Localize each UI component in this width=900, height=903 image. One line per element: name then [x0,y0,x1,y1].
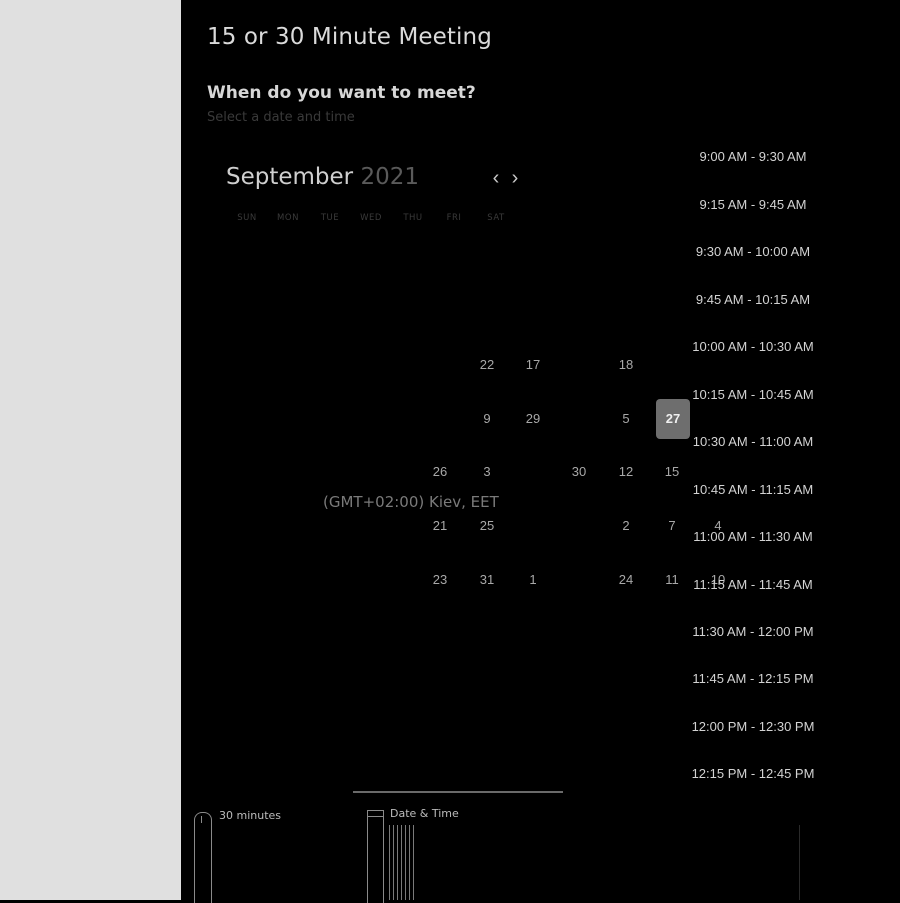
section-subtitle: Select a date and time [207,110,355,125]
time-slot[interactable]: 10:45 AM - 11:15 AM [686,475,820,505]
calendar-day[interactable]: 15 [655,452,689,492]
time-slot[interactable]: 12:00 PM - 12:30 PM [686,712,820,742]
previous-month-button[interactable]: ‹ [487,166,505,190]
calendar-month-label: September 2021 [226,164,419,190]
divider [799,825,800,900]
time-slot[interactable]: 9:30 AM - 10:00 AM [686,237,820,267]
calendar-icon [367,810,384,903]
weekday-sat: SAT [487,213,505,223]
calendar-day[interactable]: 7 [655,506,689,546]
left-sidebar [0,0,181,900]
timezone-selector[interactable]: (GMT+02:00) Kiev, EET [323,493,499,511]
duration-label: 30 minutes [219,809,282,822]
calendar-day[interactable]: 26 [423,452,457,492]
calendar-day[interactable]: 22 [470,345,504,385]
time-slot[interactable]: 12:15 PM - 12:45 PM [686,759,820,789]
weekday-sun: SUN [237,213,257,223]
weekday-thu: THU [403,213,423,223]
calendar-day[interactable]: 12 [609,452,643,492]
calendar-day-selected[interactable]: 27 [656,399,690,439]
weekday-fri: FRI [446,213,462,223]
calendar-day[interactable]: 30 [562,452,596,492]
calendar-day[interactable]: 23 [423,560,457,600]
calendar-day[interactable]: 25 [470,506,504,546]
calendar-day[interactable]: 21 [423,506,457,546]
section-heading: When do you want to meet? [207,83,476,103]
weekday-tue: TUE [320,213,340,223]
loading-bars [389,825,415,900]
calendar-day[interactable]: 3 [470,452,504,492]
calendar-day[interactable]: 31 [470,560,504,600]
calendar-day[interactable]: 17 [516,345,550,385]
calendar-day[interactable]: 11 [655,560,689,600]
time-slot[interactable]: 10:30 AM - 11:00 AM [686,427,820,457]
month-name: September [226,164,354,190]
chevron-right-icon: › [511,167,519,189]
time-slot[interactable]: 10:00 AM - 10:30 AM [686,332,820,362]
date-time-label: Date & Time [390,807,459,820]
chevron-left-icon: ‹ [492,167,500,189]
calendar-day[interactable]: 18 [609,345,643,385]
clock-icon [194,812,212,903]
time-slot[interactable]: 11:00 AM - 11:30 AM [686,522,820,552]
calendar-day[interactable]: 24 [609,560,643,600]
calendar-day[interactable]: 5 [609,399,643,439]
page-title: 15 or 30 Minute Meeting [207,24,492,50]
year-label: 2021 [360,164,419,190]
time-slot[interactable]: 9:00 AM - 9:30 AM [686,142,820,172]
time-slot[interactable]: 11:30 AM - 12:00 PM [686,617,820,647]
time-slot[interactable]: 11:45 AM - 12:15 PM [686,664,820,694]
calendar-day[interactable]: 29 [516,399,550,439]
calendar-day[interactable]: 9 [470,399,504,439]
time-slot[interactable]: 11:15 AM - 11:45 AM [686,570,820,600]
calendar-day[interactable]: 2 [609,506,643,546]
active-tab-indicator [353,791,563,793]
time-slot[interactable]: 9:15 AM - 9:45 AM [686,190,820,220]
weekday-wed: WED [360,213,382,223]
next-month-button[interactable]: › [506,166,524,190]
time-slot[interactable]: 10:15 AM - 10:45 AM [686,380,820,410]
weekday-mon: MON [277,213,299,223]
calendar-day[interactable]: 1 [516,560,550,600]
time-slot[interactable]: 9:45 AM - 10:15 AM [686,285,820,315]
